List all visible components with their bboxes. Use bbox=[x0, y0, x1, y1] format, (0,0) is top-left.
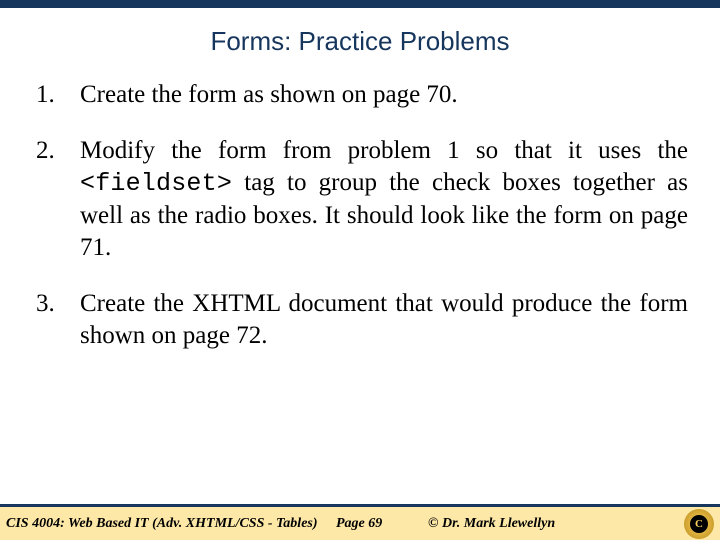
list-item: 3. Create the XHTML document that would … bbox=[36, 288, 688, 352]
top-accent-band bbox=[0, 0, 720, 8]
footer-copyright: © Dr. Mark Llewellyn bbox=[428, 516, 555, 532]
item-body: Modify the form from problem 1 so that i… bbox=[80, 135, 688, 264]
footer-course: CIS 4004: Web Based IT (Adv. XHTML/CSS -… bbox=[0, 516, 318, 532]
item-text-pre: Modify the form from problem 1 so that i… bbox=[80, 137, 688, 164]
content-area: 1. Create the form as shown on page 70. … bbox=[0, 79, 720, 352]
logo-letter: C bbox=[690, 515, 708, 533]
footer-page: Page 69 bbox=[336, 516, 382, 532]
item-number: 2. bbox=[36, 135, 80, 264]
footer-bar: CIS 4004: Web Based IT (Adv. XHTML/CSS -… bbox=[0, 504, 720, 540]
list-item: 1. Create the form as shown on page 70. bbox=[36, 79, 688, 111]
slide-title: Forms: Practice Problems bbox=[0, 26, 720, 57]
ucf-logo-icon: C bbox=[684, 509, 714, 539]
item-body: Create the form as shown on page 70. bbox=[80, 79, 688, 111]
list-item: 2. Modify the form from problem 1 so tha… bbox=[36, 135, 688, 264]
item-number: 3. bbox=[36, 288, 80, 352]
item-number: 1. bbox=[36, 79, 80, 111]
code-fieldset: <fieldset> bbox=[80, 169, 232, 198]
item-body: Create the XHTML document that would pro… bbox=[80, 288, 688, 352]
